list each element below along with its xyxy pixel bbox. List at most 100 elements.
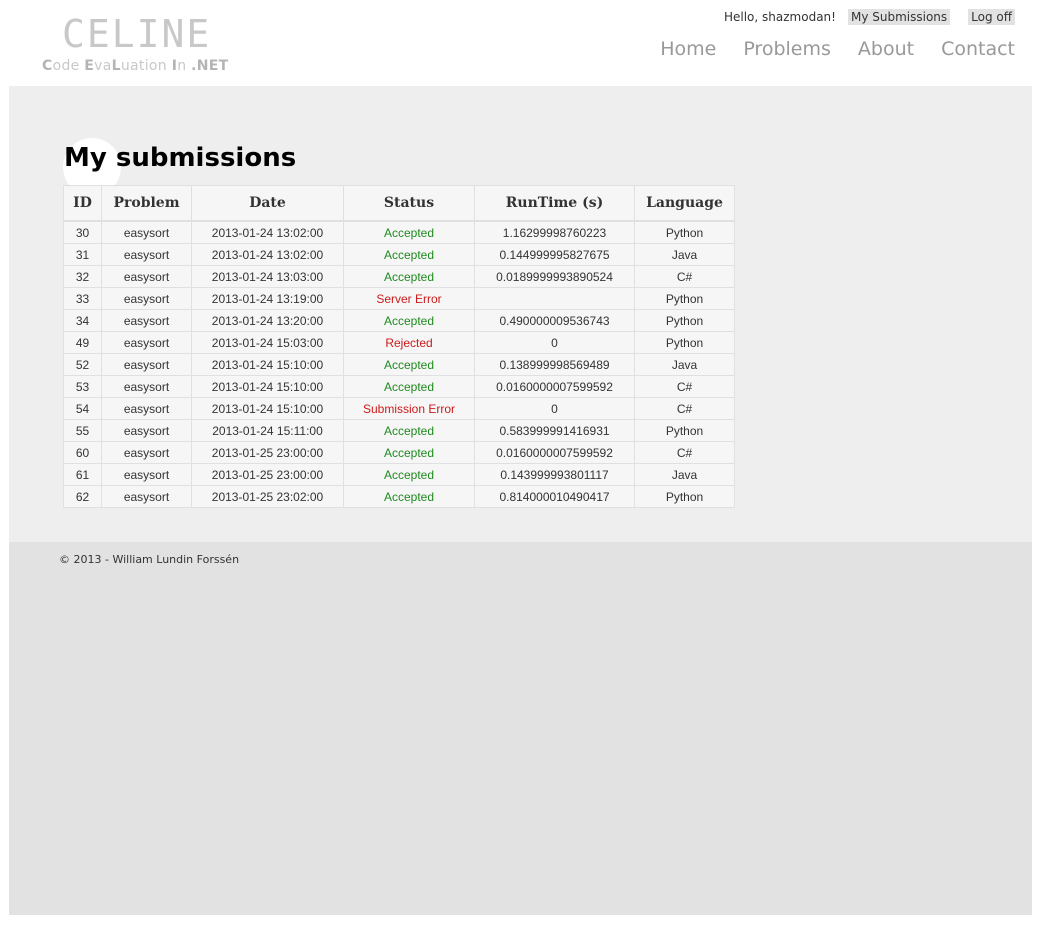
- site-header: CELINE Code EvaLuation In .NET Hello, sh…: [0, 0, 1043, 86]
- column-header-date: Date: [191, 185, 344, 222]
- cell-id: 52: [63, 353, 102, 376]
- cell-date: 2013-01-24 15:10:00: [191, 353, 344, 376]
- cell-language: Python: [634, 220, 735, 244]
- copyright-text: © 2013 - William Lundin Forssén: [59, 553, 240, 566]
- table-row: 61 easysort 2013-01-25 23:00:00 Accepted 0.1…: [63, 463, 735, 486]
- column-header-status: Status: [343, 185, 475, 222]
- cell-status: Server Error: [343, 287, 475, 310]
- page: CELINE Code EvaLuation In .NET Hello, sh…: [0, 0, 1043, 932]
- submissions-table: ID Problem Date Status RunTime (s) Langu…: [63, 185, 735, 508]
- cell-runtime: 0.138999998569489: [474, 353, 635, 376]
- tagline-part: C: [42, 58, 53, 74]
- nav-problems[interactable]: Problems: [743, 36, 831, 62]
- cell-language: C#: [634, 375, 735, 398]
- cell-date: 2013-01-24 13:02:00: [191, 243, 344, 266]
- my-submissions-link[interactable]: My Submissions: [847, 9, 951, 25]
- cell-language: Java: [634, 353, 735, 376]
- nav-contact[interactable]: Contact: [941, 36, 1015, 62]
- cell-language: Python: [634, 309, 735, 332]
- cell-status: Accepted: [343, 419, 475, 442]
- table-row: 55 easysort 2013-01-24 15:11:00 Accepted 0.5…: [63, 419, 735, 442]
- login-area: Hello, shazmodan! My Submissions Log off: [724, 9, 1015, 25]
- logoff-link[interactable]: Log off: [968, 9, 1015, 25]
- nav-about[interactable]: About: [858, 36, 914, 62]
- table-row: 31 easysort 2013-01-24 13:02:00 Accepted 0.1…: [63, 243, 735, 266]
- cell-language: C#: [634, 265, 735, 288]
- cell-date: 2013-01-25 23:00:00: [191, 441, 344, 464]
- cell-status: Accepted: [343, 463, 475, 486]
- cell-id: 54: [63, 397, 102, 420]
- cell-id: 34: [63, 309, 102, 332]
- cell-date: 2013-01-24 13:02:00: [191, 220, 344, 244]
- site-logo[interactable]: CELINE: [62, 14, 211, 54]
- tagline-part: va: [94, 58, 112, 74]
- cell-runtime: 0.490000009536743: [474, 309, 635, 332]
- cell-date: 2013-01-24 15:11:00: [191, 419, 344, 442]
- cell-date: 2013-01-25 23:00:00: [191, 463, 344, 486]
- cell-id: 30: [63, 220, 102, 244]
- cell-problem: easysort: [101, 265, 192, 288]
- table-row: 54 easysort 2013-01-24 15:10:00 Submission …: [63, 397, 735, 420]
- cell-runtime: 0: [474, 331, 635, 354]
- cell-status: Accepted: [343, 353, 475, 376]
- cell-status: Rejected: [343, 331, 475, 354]
- table-row: 32 easysort 2013-01-24 13:03:00 Accepted 0.0…: [63, 265, 735, 288]
- tagline-part: ode: [52, 58, 85, 74]
- cell-problem: easysort: [101, 463, 192, 486]
- cell-problem: easysort: [101, 353, 192, 376]
- cell-date: 2013-01-24 15:10:00: [191, 375, 344, 398]
- table-row: 33 easysort 2013-01-24 13:19:00 Server Erro…: [63, 287, 735, 310]
- cell-id: 49: [63, 331, 102, 354]
- cell-problem: easysort: [101, 375, 192, 398]
- cell-problem: easysort: [101, 331, 192, 354]
- tagline-part: .NET: [191, 58, 229, 74]
- cell-id: 31: [63, 243, 102, 266]
- cell-id: 62: [63, 485, 102, 508]
- cell-id: 55: [63, 419, 102, 442]
- cell-runtime: 0.814000010490417: [474, 485, 635, 508]
- cell-language: Java: [634, 243, 735, 266]
- cell-status: Submission Error: [343, 397, 475, 420]
- cell-status: Accepted: [343, 485, 475, 508]
- cell-date: 2013-01-24 13:19:00: [191, 287, 344, 310]
- cell-status: Accepted: [343, 243, 475, 266]
- cell-date: 2013-01-24 15:10:00: [191, 397, 344, 420]
- user-greeting: Hello, shazmodan!: [723, 10, 836, 24]
- cell-status: Accepted: [343, 375, 475, 398]
- cell-problem: easysort: [101, 397, 192, 420]
- tagline-part: E: [84, 58, 95, 74]
- table-row: 53 easysort 2013-01-24 15:10:00 Accepted 0.0…: [63, 375, 735, 398]
- site-tagline: Code EvaLuation In .NET: [42, 58, 229, 74]
- cell-language: Python: [634, 485, 735, 508]
- page-title: My submissions: [64, 143, 297, 173]
- table-row: 30 easysort 2013-01-24 13:02:00 Accepted 1.1…: [63, 220, 735, 244]
- cell-language: C#: [634, 397, 735, 420]
- submissions-table-body: 30 easysort 2013-01-24 13:02:00 Accepted 1.1…: [63, 220, 735, 508]
- cell-runtime: 0.143999993801117: [474, 463, 635, 486]
- main-nav: Home Problems About Contact: [660, 36, 1015, 62]
- cell-runtime: [474, 287, 635, 310]
- cell-problem: easysort: [101, 243, 192, 266]
- cell-id: 60: [63, 441, 102, 464]
- column-header-problem: Problem: [101, 185, 192, 222]
- cell-id: 32: [63, 265, 102, 288]
- tagline-part: n: [177, 58, 192, 74]
- cell-runtime: 0.144999995827675: [474, 243, 635, 266]
- column-header-id: ID: [63, 185, 102, 222]
- cell-status: Accepted: [343, 220, 475, 244]
- site-footer: [9, 542, 1032, 915]
- cell-status: Accepted: [343, 441, 475, 464]
- cell-runtime: 1.16299998760223: [474, 220, 635, 244]
- cell-problem: easysort: [101, 287, 192, 310]
- cell-date: 2013-01-25 23:02:00: [191, 485, 344, 508]
- cell-language: Python: [634, 419, 735, 442]
- cell-date: 2013-01-24 13:03:00: [191, 265, 344, 288]
- cell-runtime: 0.583999991416931: [474, 419, 635, 442]
- cell-status: Accepted: [343, 309, 475, 332]
- cell-problem: easysort: [101, 220, 192, 244]
- table-header-row: ID Problem Date Status RunTime (s) Langu…: [63, 185, 735, 222]
- cell-language: Java: [634, 463, 735, 486]
- cell-date: 2013-01-24 15:03:00: [191, 331, 344, 354]
- nav-home[interactable]: Home: [660, 36, 716, 62]
- cell-problem: easysort: [101, 485, 192, 508]
